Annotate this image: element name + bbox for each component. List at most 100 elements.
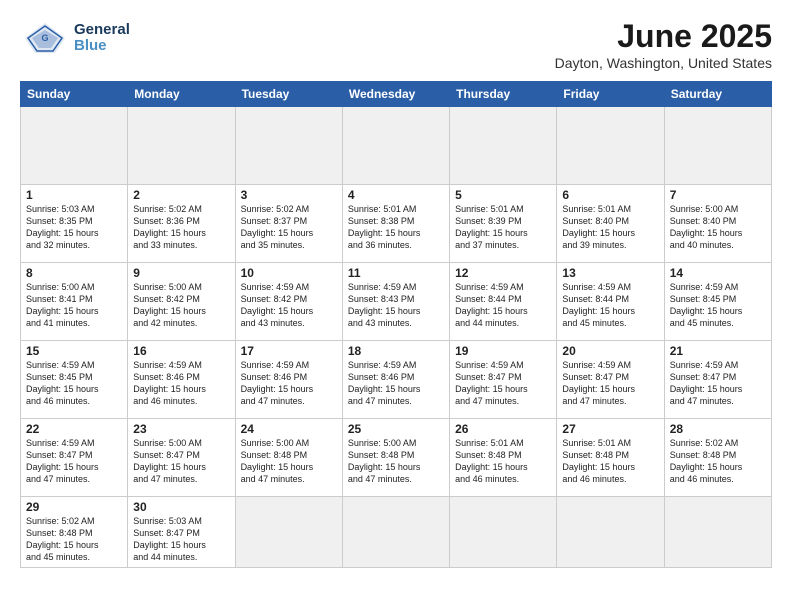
day-number: 20 <box>562 344 658 358</box>
day-number: 18 <box>348 344 444 358</box>
day-number: 19 <box>455 344 551 358</box>
day-info: Sunrise: 5:01 AM Sunset: 8:48 PM Dayligh… <box>455 437 551 486</box>
col-thursday: Thursday <box>450 82 557 107</box>
day-info: Sunrise: 4:59 AM Sunset: 8:43 PM Dayligh… <box>348 281 444 330</box>
day-number: 3 <box>241 188 337 202</box>
table-row: 12Sunrise: 4:59 AM Sunset: 8:44 PM Dayli… <box>450 263 557 341</box>
day-number: 25 <box>348 422 444 436</box>
table-row: 25Sunrise: 5:00 AM Sunset: 8:48 PM Dayli… <box>342 419 449 497</box>
day-info: Sunrise: 5:01 AM Sunset: 8:40 PM Dayligh… <box>562 203 658 252</box>
day-info: Sunrise: 5:01 AM Sunset: 8:39 PM Dayligh… <box>455 203 551 252</box>
col-tuesday: Tuesday <box>235 82 342 107</box>
col-wednesday: Wednesday <box>342 82 449 107</box>
page: G General Blue June 2025 Dayton, Washing… <box>0 0 792 612</box>
header: G General Blue June 2025 Dayton, Washing… <box>20 18 772 71</box>
calendar-row: 15Sunrise: 4:59 AM Sunset: 8:45 PM Dayli… <box>21 341 772 419</box>
day-number: 30 <box>133 500 229 514</box>
day-info: Sunrise: 5:02 AM Sunset: 8:37 PM Dayligh… <box>241 203 337 252</box>
logo-general: General <box>74 22 130 39</box>
day-info: Sunrise: 5:01 AM Sunset: 8:38 PM Dayligh… <box>348 203 444 252</box>
title-block: June 2025 Dayton, Washington, United Sta… <box>555 18 772 71</box>
calendar-row: 29Sunrise: 5:02 AM Sunset: 8:48 PM Dayli… <box>21 497 772 568</box>
calendar-header-row: Sunday Monday Tuesday Wednesday Thursday… <box>21 82 772 107</box>
day-info: Sunrise: 4:59 AM Sunset: 8:45 PM Dayligh… <box>26 359 122 408</box>
day-info: Sunrise: 4:59 AM Sunset: 8:44 PM Dayligh… <box>455 281 551 330</box>
day-info: Sunrise: 5:03 AM Sunset: 8:35 PM Dayligh… <box>26 203 122 252</box>
table-row <box>235 107 342 185</box>
col-sunday: Sunday <box>21 82 128 107</box>
table-row: 23Sunrise: 5:00 AM Sunset: 8:47 PM Dayli… <box>128 419 235 497</box>
calendar: Sunday Monday Tuesday Wednesday Thursday… <box>20 81 772 568</box>
day-number: 11 <box>348 266 444 280</box>
table-row <box>557 107 664 185</box>
day-info: Sunrise: 5:00 AM Sunset: 8:48 PM Dayligh… <box>348 437 444 486</box>
day-info: Sunrise: 4:59 AM Sunset: 8:44 PM Dayligh… <box>562 281 658 330</box>
table-row <box>450 497 557 568</box>
table-row: 14Sunrise: 4:59 AM Sunset: 8:45 PM Dayli… <box>664 263 771 341</box>
table-row <box>664 107 771 185</box>
day-info: Sunrise: 5:00 AM Sunset: 8:41 PM Dayligh… <box>26 281 122 330</box>
table-row <box>128 107 235 185</box>
logo-text: General Blue <box>74 22 130 55</box>
table-row: 1Sunrise: 5:03 AM Sunset: 8:35 PM Daylig… <box>21 185 128 263</box>
day-number: 8 <box>26 266 122 280</box>
table-row <box>664 497 771 568</box>
month-title: June 2025 <box>555 18 772 55</box>
logo: G General Blue <box>20 18 130 58</box>
table-row: 11Sunrise: 4:59 AM Sunset: 8:43 PM Dayli… <box>342 263 449 341</box>
day-number: 15 <box>26 344 122 358</box>
day-info: Sunrise: 4:59 AM Sunset: 8:47 PM Dayligh… <box>670 359 766 408</box>
day-info: Sunrise: 4:59 AM Sunset: 8:45 PM Dayligh… <box>670 281 766 330</box>
day-number: 13 <box>562 266 658 280</box>
logo-icon: G <box>20 18 70 58</box>
table-row: 22Sunrise: 4:59 AM Sunset: 8:47 PM Dayli… <box>21 419 128 497</box>
calendar-row: 1Sunrise: 5:03 AM Sunset: 8:35 PM Daylig… <box>21 185 772 263</box>
day-info: Sunrise: 5:02 AM Sunset: 8:36 PM Dayligh… <box>133 203 229 252</box>
table-row <box>342 497 449 568</box>
table-row: 29Sunrise: 5:02 AM Sunset: 8:48 PM Dayli… <box>21 497 128 568</box>
day-info: Sunrise: 4:59 AM Sunset: 8:42 PM Dayligh… <box>241 281 337 330</box>
day-number: 2 <box>133 188 229 202</box>
table-row: 4Sunrise: 5:01 AM Sunset: 8:38 PM Daylig… <box>342 185 449 263</box>
day-number: 12 <box>455 266 551 280</box>
table-row: 6Sunrise: 5:01 AM Sunset: 8:40 PM Daylig… <box>557 185 664 263</box>
calendar-body: 1Sunrise: 5:03 AM Sunset: 8:35 PM Daylig… <box>21 107 772 568</box>
day-number: 9 <box>133 266 229 280</box>
table-row: 8Sunrise: 5:00 AM Sunset: 8:41 PM Daylig… <box>21 263 128 341</box>
day-number: 14 <box>670 266 766 280</box>
day-info: Sunrise: 5:01 AM Sunset: 8:48 PM Dayligh… <box>562 437 658 486</box>
svg-text:G: G <box>41 33 48 43</box>
day-number: 7 <box>670 188 766 202</box>
table-row: 17Sunrise: 4:59 AM Sunset: 8:46 PM Dayli… <box>235 341 342 419</box>
day-info: Sunrise: 4:59 AM Sunset: 8:47 PM Dayligh… <box>562 359 658 408</box>
table-row: 15Sunrise: 4:59 AM Sunset: 8:45 PM Dayli… <box>21 341 128 419</box>
table-row: 10Sunrise: 4:59 AM Sunset: 8:42 PM Dayli… <box>235 263 342 341</box>
day-number: 17 <box>241 344 337 358</box>
day-number: 1 <box>26 188 122 202</box>
day-info: Sunrise: 5:00 AM Sunset: 8:42 PM Dayligh… <box>133 281 229 330</box>
table-row <box>450 107 557 185</box>
day-number: 24 <box>241 422 337 436</box>
calendar-row: 8Sunrise: 5:00 AM Sunset: 8:41 PM Daylig… <box>21 263 772 341</box>
day-number: 28 <box>670 422 766 436</box>
day-number: 23 <box>133 422 229 436</box>
day-number: 4 <box>348 188 444 202</box>
day-number: 21 <box>670 344 766 358</box>
table-row: 16Sunrise: 4:59 AM Sunset: 8:46 PM Dayli… <box>128 341 235 419</box>
day-info: Sunrise: 5:00 AM Sunset: 8:40 PM Dayligh… <box>670 203 766 252</box>
col-monday: Monday <box>128 82 235 107</box>
col-friday: Friday <box>557 82 664 107</box>
table-row <box>235 497 342 568</box>
table-row: 5Sunrise: 5:01 AM Sunset: 8:39 PM Daylig… <box>450 185 557 263</box>
day-number: 6 <box>562 188 658 202</box>
table-row <box>21 107 128 185</box>
day-info: Sunrise: 5:00 AM Sunset: 8:48 PM Dayligh… <box>241 437 337 486</box>
table-row: 20Sunrise: 4:59 AM Sunset: 8:47 PM Dayli… <box>557 341 664 419</box>
table-row: 28Sunrise: 5:02 AM Sunset: 8:48 PM Dayli… <box>664 419 771 497</box>
table-row <box>342 107 449 185</box>
col-saturday: Saturday <box>664 82 771 107</box>
day-info: Sunrise: 5:00 AM Sunset: 8:47 PM Dayligh… <box>133 437 229 486</box>
table-row <box>557 497 664 568</box>
table-row: 2Sunrise: 5:02 AM Sunset: 8:36 PM Daylig… <box>128 185 235 263</box>
day-number: 26 <box>455 422 551 436</box>
